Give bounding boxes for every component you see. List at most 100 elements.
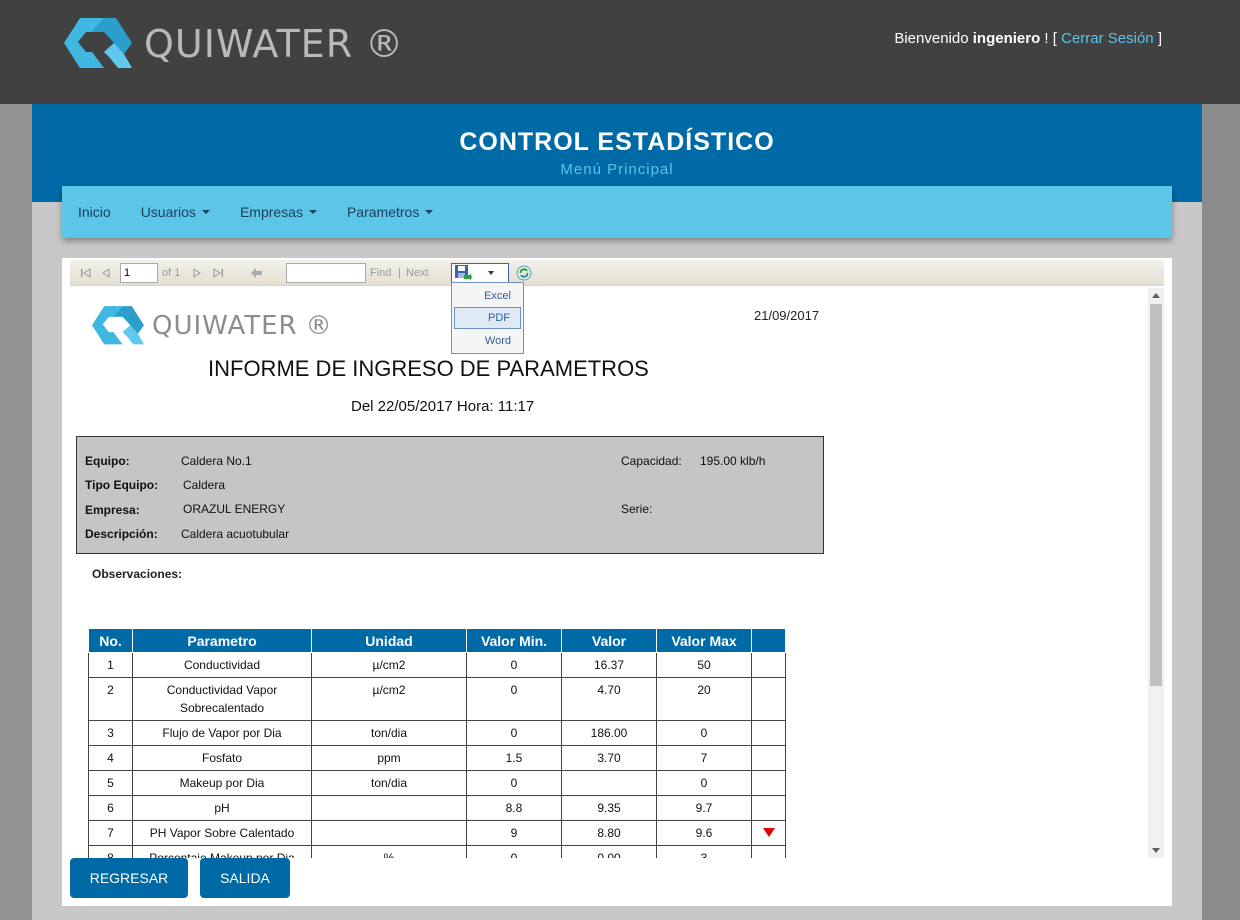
cell-alert <box>751 745 786 771</box>
cell-valor-max: 20 <box>656 677 752 721</box>
tipo-equipo-label: Tipo Equipo: <box>85 478 159 492</box>
caret-down-icon <box>201 210 210 214</box>
column-header: Valor Min. <box>466 628 562 653</box>
descripcion-label: Descripción: <box>85 527 158 541</box>
logout-link[interactable]: Cerrar Sesión <box>1061 30 1154 47</box>
scroll-up-icon[interactable] <box>1152 293 1160 298</box>
cell-unidad: µ/cm2 <box>311 652 467 678</box>
cell-alert <box>751 677 786 721</box>
find-link[interactable]: Find <box>370 260 391 286</box>
export-menu: Excel PDF Word <box>451 282 524 354</box>
cell-valor: 4.70 <box>561 677 657 721</box>
nav-item-usuarios[interactable]: Usuarios <box>126 204 225 220</box>
main-navbar: Inicio Usuarios Empresas Parametros <box>62 186 1172 238</box>
quiwater-logo-icon <box>92 306 144 345</box>
cell-unidad: ton/dia <box>311 770 467 796</box>
caret-down-icon <box>308 210 317 214</box>
previous-page-icon[interactable] <box>101 260 111 286</box>
page-number-input[interactable] <box>120 263 158 283</box>
cell-valor-min: 0 <box>466 720 562 746</box>
cell-unidad <box>311 795 467 821</box>
export-option-excel[interactable]: Excel <box>454 285 521 307</box>
observaciones-label: Observaciones: <box>92 567 183 581</box>
find-next-link[interactable]: Next <box>406 260 429 286</box>
table-header-row: No. Parametro Unidad Valor Min. Valor Va… <box>88 628 786 653</box>
back-to-parent-icon[interactable] <box>250 260 264 286</box>
cell-parametro: Conductividad <box>132 652 312 678</box>
nav-item-label: Empresas <box>239 204 303 220</box>
table-row: 2 Conductividad Vapor Sobrecalentado µ/c… <box>88 677 786 721</box>
scroll-thumb[interactable] <box>1150 304 1162 686</box>
cell-unidad: % <box>311 845 467 858</box>
column-header <box>751 628 786 653</box>
table-row: 7 PH Vapor Sobre Calentado 9 8.80 9.6 <box>88 820 786 846</box>
nav-item-parametros[interactable]: Parametros <box>332 204 448 220</box>
parameters-table: No. Parametro Unidad Valor Min. Valor Va… <box>88 628 786 858</box>
report-title: INFORME DE INGRESO DE PARAMETROS <box>208 356 649 381</box>
bracket-close: ] <box>1157 30 1162 47</box>
cell-parametro: Conductividad Vapor Sobrecalentado <box>132 677 312 721</box>
find-text-input[interactable] <box>286 263 366 283</box>
export-dropdown[interactable] <box>451 263 509 283</box>
page-count: of 1 <box>162 267 181 279</box>
report-subtitle: Del 22/05/2017 Hora: 11:17 <box>351 398 535 415</box>
first-page-icon[interactable] <box>80 260 92 286</box>
cell-valor-max: 0 <box>656 770 752 796</box>
report-brand-name: QUIWATER <box>152 311 298 341</box>
cell-no: 6 <box>88 795 133 821</box>
cell-valor: 9.35 <box>561 795 657 821</box>
welcome-message: Bienvenido ingeniero ! [ Cerrar Sesión ] <box>894 30 1162 47</box>
salida-button[interactable]: SALIDA <box>200 858 290 898</box>
report-date: 21/09/2017 <box>754 308 820 323</box>
cell-unidad <box>311 820 467 846</box>
cell-alert <box>751 770 786 796</box>
empresa-label: Empresa: <box>85 503 140 517</box>
equipment-info-box: Equipo: Caldera No.1 Tipo Equipo: Calder… <box>76 436 824 554</box>
save-disk-icon <box>455 265 472 281</box>
cell-no: 8 <box>88 845 133 858</box>
quiwater-logo[interactable]: QUIWATER ® <box>64 18 404 70</box>
descripcion-value: Caldera acuotubular <box>181 527 290 541</box>
cell-alert <box>751 845 786 858</box>
column-header: Valor Max <box>656 628 752 653</box>
next-page-icon[interactable] <box>192 260 202 286</box>
report-page: QUIWATER ® 21/09/2017 INFORME DE INGRESO … <box>70 288 1164 858</box>
regresar-button[interactable]: REGRESAR <box>70 858 188 898</box>
registered-mark: ® <box>305 311 333 341</box>
serie-label: Serie: <box>621 502 653 516</box>
cell-alert <box>751 720 786 746</box>
cell-valor: 3.70 <box>561 745 657 771</box>
last-page-icon[interactable] <box>212 260 224 286</box>
column-header: Valor <box>561 628 657 653</box>
cell-valor-max: 9.7 <box>656 795 752 821</box>
export-option-pdf[interactable]: PDF <box>454 307 521 329</box>
cell-valor-min: 0 <box>466 770 562 796</box>
cell-valor-min: 0 <box>466 652 562 678</box>
column-header: Parametro <box>132 628 312 653</box>
report-logo: QUIWATER ® <box>92 306 333 346</box>
tipo-equipo-value: Caldera <box>183 478 226 492</box>
cell-no: 2 <box>88 677 133 721</box>
report-viewer-panel: of 1 Find | Next <box>62 258 1172 906</box>
cell-valor-max: 0 <box>656 720 752 746</box>
cell-valor-max: 3 <box>656 845 752 858</box>
scroll-down-icon[interactable] <box>1152 848 1160 853</box>
nav-item-empresas[interactable]: Empresas <box>225 204 332 220</box>
cell-no: 4 <box>88 745 133 771</box>
equipo-value: Caldera No.1 <box>181 454 252 468</box>
table-row: 6 pH 8.8 9.35 9.7 <box>88 795 786 821</box>
page-shadow <box>1202 104 1240 920</box>
nav-item-label: Usuarios <box>140 204 196 220</box>
cell-valor: 16.37 <box>561 652 657 678</box>
cell-alert <box>751 820 786 846</box>
cell-valor-min: 0 <box>466 845 562 858</box>
nav-item-inicio[interactable]: Inicio <box>62 204 126 220</box>
cell-valor-min: 1.5 <box>466 745 562 771</box>
welcome-prefix: Bienvenido <box>894 30 969 47</box>
nav-item-label: Inicio <box>78 204 111 220</box>
username: ingeniero <box>972 30 1041 47</box>
report-scrollbar[interactable] <box>1148 288 1164 858</box>
caret-down-icon <box>425 210 434 214</box>
export-option-word[interactable]: Word <box>454 330 521 352</box>
brand-name: QUIWATER <box>144 22 354 66</box>
